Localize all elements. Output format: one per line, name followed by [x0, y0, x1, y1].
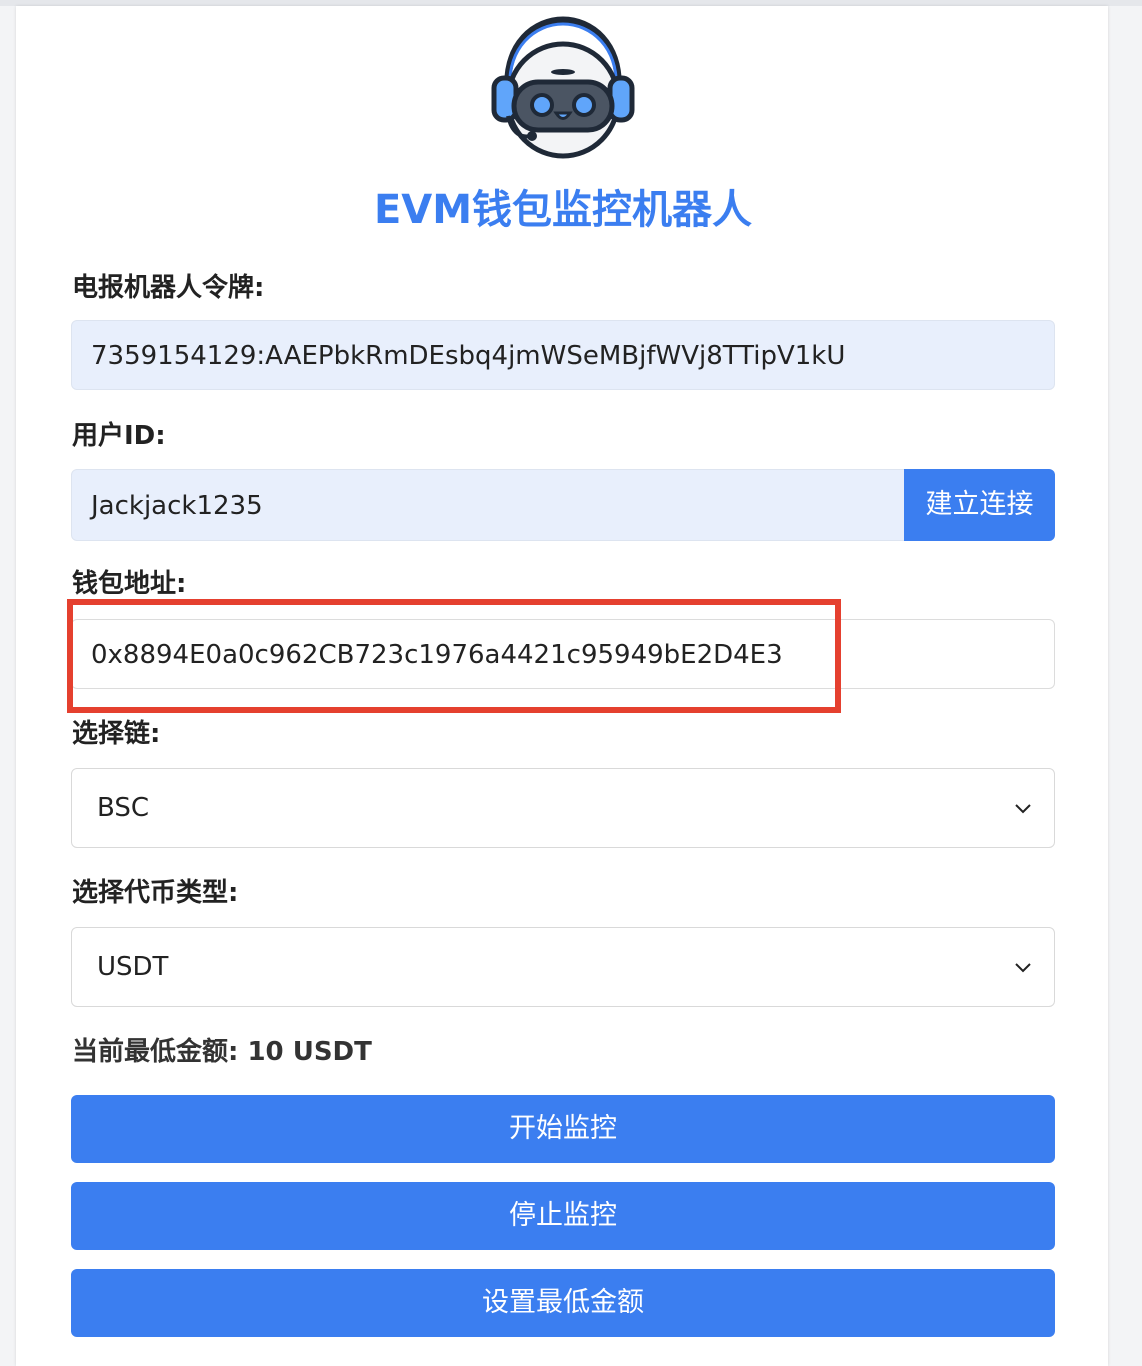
token-type-select[interactable]: USDT — [71, 927, 1055, 1007]
min-amount-text: 当前最低金额: 10 USDT — [72, 1034, 372, 1070]
robot-headset-icon — [491, 16, 635, 159]
chevron-down-icon — [1015, 804, 1031, 814]
user-id-input[interactable]: Jackjack1235 — [71, 469, 905, 541]
token-type-label: 选择代币类型: — [72, 878, 239, 908]
set-min-amount-button[interactable]: 设置最低金额 — [71, 1269, 1055, 1337]
highlight-box — [67, 599, 841, 713]
token-label: 电报机器人令牌: — [72, 273, 265, 303]
chain-label: 选择链: — [72, 719, 161, 749]
page-title: EVM钱包监控机器人 — [373, 187, 753, 233]
min-amount-label: 当前最低金额: — [72, 1037, 239, 1067]
wallet-label: 钱包地址: — [72, 569, 187, 599]
token-input[interactable]: 7359154129:AAEPbkRmDEsbq4jmWSeMBjfWVj8TT… — [71, 320, 1055, 390]
user-id-label: 用户ID: — [72, 421, 166, 451]
token-type-select-value: USDT — [97, 952, 169, 982]
start-monitor-button[interactable]: 开始监控 — [71, 1095, 1055, 1163]
connect-button[interactable]: 建立连接 — [904, 469, 1055, 541]
chain-select-value: BSC — [97, 793, 150, 823]
chain-select[interactable]: BSC — [71, 768, 1055, 848]
min-amount-value: 10 USDT — [247, 1037, 372, 1067]
stop-monitor-button[interactable]: 停止监控 — [71, 1182, 1055, 1250]
chevron-down-icon — [1015, 963, 1031, 973]
